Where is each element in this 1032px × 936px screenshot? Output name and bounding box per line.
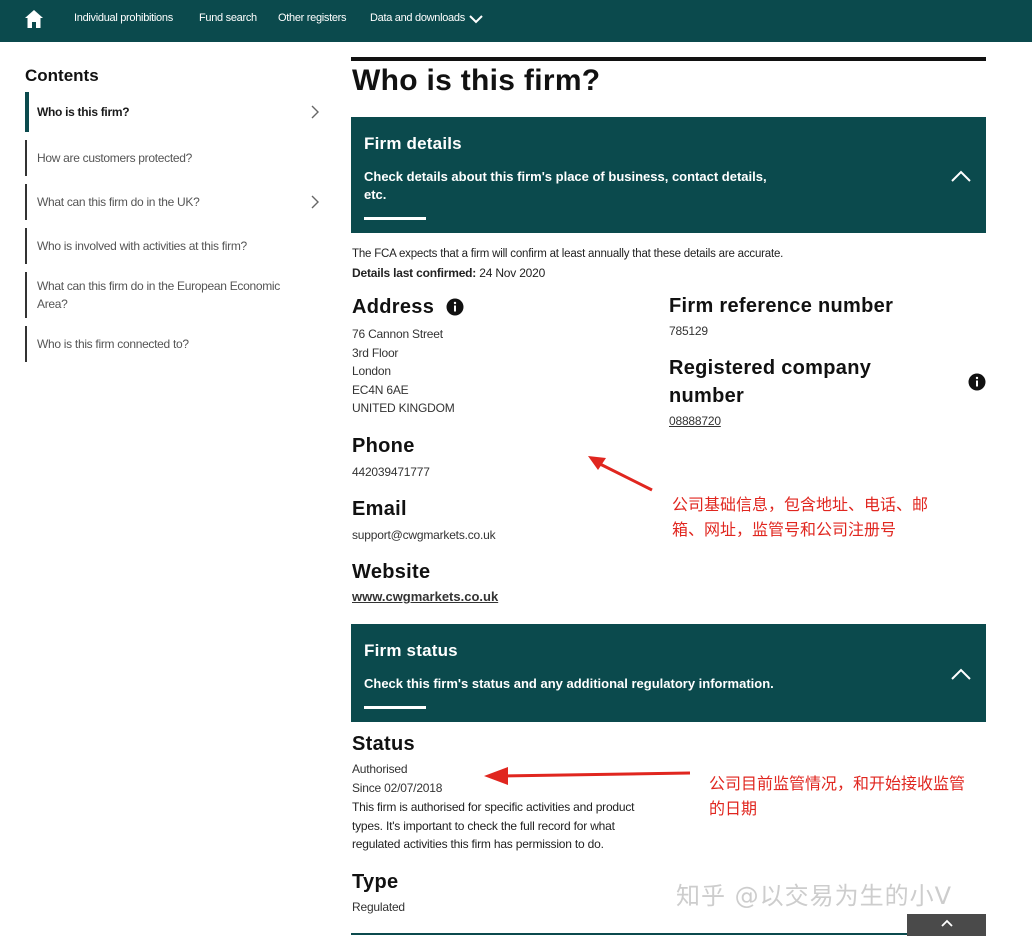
- address-line: EC4N 6AE: [352, 382, 409, 397]
- back-to-top-button[interactable]: [907, 914, 986, 936]
- chevron-up-icon[interactable]: [950, 667, 972, 681]
- toc-item-who-is-this-firm[interactable]: Who is this firm?: [25, 92, 327, 132]
- firm-details-title: Firm details: [364, 134, 462, 153]
- toc-item-label: Who is this firm connected to?: [37, 337, 189, 351]
- type-heading: Type: [352, 871, 399, 893]
- address-line: 76 Cannon Street: [352, 327, 443, 341]
- watermark: 知乎 @以交易为生的小V: [676, 882, 953, 910]
- nav-fund-search[interactable]: Fund search: [199, 12, 257, 24]
- chevron-down-icon[interactable]: [468, 12, 484, 26]
- chevron-up-icon[interactable]: [950, 169, 972, 183]
- chevron-up-icon: [941, 919, 953, 927]
- status-since: Since 02/07/2018: [352, 781, 443, 795]
- status-heading: Status: [352, 733, 415, 755]
- top-navigation-bar: Individual prohibitions Fund search Othe…: [0, 0, 1032, 42]
- annotation-line: 公司目前监管情况，和开始接收监管: [709, 774, 966, 793]
- chevron-right-icon: [311, 195, 319, 209]
- details-confirmed: Details last confirmed: 24 Nov 2020: [352, 266, 545, 280]
- table-of-contents: Who is this firm? How are customers prot…: [25, 92, 327, 370]
- email-value[interactable]: support@cwgmarkets.co.uk: [352, 526, 496, 545]
- toc-item-involved-people[interactable]: Who is involved with activities at this …: [25, 228, 327, 264]
- explanation-line: types. It's important to check the full …: [352, 818, 615, 833]
- toc-item-label: What can this firm do in the UK?: [37, 195, 200, 209]
- nav-other-registers[interactable]: Other registers: [278, 12, 347, 24]
- confirmed-date: 24 Nov 2020: [479, 266, 546, 280]
- confirmation-note: The FCA expects that a firm will confirm…: [352, 248, 784, 260]
- home-icon[interactable]: [24, 9, 44, 29]
- address-heading: Address: [352, 296, 435, 318]
- red-arrow-icon: [588, 456, 653, 492]
- toc-item-label: What can this firm do in the European Ec…: [37, 279, 280, 311]
- annotation-firm-details: 公司基础信息，包含地址、电话、邮 箱、网址，监管号和公司注册号: [672, 492, 928, 542]
- firm-status-panel[interactable]: Firm status Check this firm's status and…: [351, 624, 986, 722]
- phone-value: 442039471777: [352, 465, 430, 479]
- type-value: Regulated: [352, 900, 405, 914]
- info-icon[interactable]: [968, 373, 986, 391]
- bottom-rule: [351, 933, 907, 935]
- phone-heading: Phone: [352, 435, 415, 457]
- toc-item-uk-activities[interactable]: What can this firm do in the UK?: [25, 184, 327, 220]
- confirmed-label: Details last confirmed:: [352, 266, 477, 280]
- annotation-firm-status: 公司目前监管情况，和开始接收监管 的日期: [709, 771, 965, 821]
- nav-individual-prohibitions[interactable]: Individual prohibitions: [74, 12, 173, 24]
- firm-details-description: Check details about this firm's place of…: [364, 169, 767, 202]
- email-heading: Email: [352, 498, 407, 520]
- website-heading: Website: [352, 561, 431, 583]
- address-line: 3rd Floor: [352, 345, 399, 360]
- panel-underline: [364, 217, 426, 220]
- toc-item-eea-activities[interactable]: What can this firm do in the European Ec…: [25, 272, 327, 318]
- company-number-heading-line2: number: [669, 385, 745, 407]
- toc-item-label: How are customers protected?: [37, 151, 193, 165]
- contents-heading: Contents: [25, 66, 99, 85]
- red-arrow-icon: [484, 767, 691, 785]
- address-line: UNITED KINGDOM: [352, 401, 455, 415]
- chevron-right-icon: [311, 105, 319, 119]
- title-rule: [351, 57, 986, 61]
- company-number-heading: Registered company: [669, 357, 872, 379]
- toc-item-label: Who is this firm?: [37, 105, 130, 119]
- annotation-line: 箱、网址，监管号和公司注册号: [672, 520, 897, 539]
- status-explanation: This firm is authorised for specific act…: [352, 798, 635, 854]
- website-link[interactable]: www.cwgmarkets.co.uk: [352, 589, 498, 604]
- nav-data-and-downloads[interactable]: Data and downloads: [370, 12, 465, 24]
- firm-status-title: Firm status: [364, 641, 458, 660]
- company-number-link[interactable]: 08888720: [669, 412, 721, 431]
- annotation-line: 公司基础信息，包含地址、电话、邮: [672, 495, 929, 514]
- info-icon[interactable]: [446, 298, 464, 316]
- explanation-line: This firm is authorised for specific act…: [352, 800, 635, 814]
- firm-details-panel[interactable]: Firm details Check details about this fi…: [351, 117, 986, 233]
- toc-item-customer-protection[interactable]: How are customers protected?: [25, 140, 327, 176]
- address-line: London: [352, 364, 391, 378]
- frn-heading: Firm reference number: [669, 295, 894, 317]
- status-value: Authorised: [352, 762, 408, 776]
- frn-value: 785129: [669, 324, 708, 338]
- page-title: Who is this firm?: [352, 64, 601, 97]
- address-block: 76 Cannon Street 3rd Floor London EC4N 6…: [352, 325, 455, 418]
- toc-item-connections[interactable]: Who is this firm connected to?: [25, 326, 327, 362]
- annotation-line: 的日期: [709, 799, 758, 818]
- panel-underline: [364, 706, 426, 709]
- explanation-line: regulated activities this firm has permi…: [352, 837, 604, 851]
- firm-status-description: Check this firm's status and any additio…: [364, 676, 774, 691]
- toc-item-label: Who is involved with activities at this …: [37, 239, 247, 253]
